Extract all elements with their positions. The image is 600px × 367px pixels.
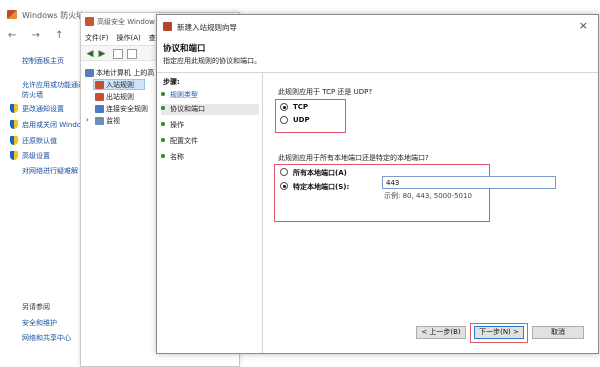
wizard-titlebar: 新建入站规则向导 × — [157, 15, 598, 37]
mmc-title: 高级安全 Window — [97, 18, 155, 26]
mmc-app-icon — [85, 17, 94, 26]
page-title: 协议和端口 — [163, 44, 206, 54]
step-label: 规则类型 — [170, 91, 198, 99]
step-bullet-icon — [161, 138, 165, 142]
tree-item-monitoring[interactable]: 监视 — [106, 116, 120, 126]
mmc-menubar: 文件(F) 操作(A) 查 — [85, 33, 164, 43]
outbound-rules-icon — [95, 93, 104, 101]
wizard-header: 协议和端口 指定应用此规则的协议和端口。 — [157, 37, 598, 73]
port-question: 此规则应用于所有本地端口还是特定的本地端口? — [278, 154, 429, 162]
wizard-app-icon — [163, 22, 172, 31]
steps-panel: 步骤: 规则类型 协议和端口 操作 配置文件 名称 — [157, 73, 263, 353]
show-tree-icon[interactable] — [127, 49, 137, 59]
port-input[interactable]: 443 — [382, 176, 556, 189]
wizard-title: 新建入站规则向导 — [177, 23, 237, 32]
step-bullet-icon — [161, 154, 165, 158]
shield-icon — [10, 136, 18, 145]
all-ports-radio[interactable] — [280, 168, 288, 176]
troubleshoot-link[interactable]: 对网络进行疑难解 — [22, 166, 78, 176]
firewall-app-icon — [7, 10, 17, 19]
nav-arrows[interactable]: ← → ↑ — [8, 30, 70, 41]
specific-ports-radio[interactable] — [280, 182, 288, 190]
computer-icon — [85, 69, 94, 77]
tree-root[interactable]: 本地计算机 上的高 — [96, 68, 154, 78]
security-maintenance-link[interactable]: 安全和维护 — [22, 318, 57, 328]
allow-app-link[interactable]: 允许应用或功能通过 — [22, 80, 85, 90]
step-bullet-icon — [161, 92, 165, 96]
step-bullet-icon — [161, 122, 165, 126]
shield-icon — [10, 104, 18, 113]
step-label: 名称 — [170, 153, 184, 161]
back-arrow-icon[interactable]: ◀ — [85, 49, 95, 59]
steps-label: 步骤: — [163, 78, 180, 86]
all-ports-label[interactable]: 所有本地端口(A) — [293, 168, 347, 178]
shield-icon — [10, 151, 18, 160]
advanced-settings-link[interactable]: 高级设置 — [22, 151, 50, 161]
tree-item-outbound[interactable]: 出站规则 — [106, 92, 134, 102]
next-button[interactable]: 下一步(N) > — [474, 326, 524, 339]
close-icon[interactable]: × — [579, 19, 588, 32]
specific-ports-label[interactable]: 特定本地端口(S): — [293, 182, 349, 192]
menu-view[interactable]: 查 — [149, 34, 156, 42]
network-sharing-link[interactable]: 网络和共享中心 — [22, 333, 71, 343]
monitoring-icon — [95, 117, 104, 125]
tree-item-inbound[interactable]: 入站规则 — [106, 80, 134, 90]
udp-label[interactable]: UDP — [293, 116, 310, 124]
port-example: 示例: 80, 443, 5000-5010 — [384, 192, 472, 200]
see-also-heading: 另请参阅 — [22, 303, 50, 311]
udp-radio[interactable] — [280, 116, 288, 124]
restore-defaults-link[interactable]: 还原默认值 — [22, 136, 57, 146]
step-label: 配置文件 — [170, 137, 198, 145]
step-bullet-icon — [161, 106, 165, 110]
menu-file[interactable]: 文件(F) — [85, 34, 109, 42]
inbound-rules-icon — [95, 81, 104, 89]
up-folder-icon[interactable] — [113, 49, 123, 59]
control-panel-home-link[interactable]: 控制面板主页 — [22, 56, 64, 66]
step-label: 操作 — [170, 121, 184, 129]
protocol-question: 此规则应用于 TCP 还是 UDP? — [278, 88, 373, 96]
new-inbound-rule-wizard: 新建入站规则向导 × 协议和端口 指定应用此规则的协议和端口。 步骤: 规则类型… — [156, 14, 599, 354]
step-label: 协议和端口 — [170, 105, 205, 113]
allow-app-link-cont[interactable]: 防火墙 — [22, 90, 43, 100]
change-notifications-link[interactable]: 更改通知设置 — [22, 104, 64, 114]
connection-security-icon — [95, 105, 104, 113]
wizard-content: 此规则应用于 TCP 还是 UDP? TCP UDP 此规则应用于所有本地端口还… — [264, 73, 598, 353]
back-button[interactable]: < 上一步(B) — [416, 326, 466, 339]
shield-icon — [10, 120, 18, 129]
expand-arrow-icon[interactable]: › — [86, 116, 89, 124]
turn-on-off-link[interactable]: 启用或关闭 Windo — [22, 120, 81, 130]
control-panel-title: Windows 防火墙 — [22, 11, 85, 20]
cancel-button[interactable]: 取消 — [532, 326, 584, 339]
tree-item-connection-security[interactable]: 连接安全规则 — [106, 104, 148, 114]
page-subtitle: 指定应用此规则的协议和端口。 — [163, 57, 261, 65]
forward-arrow-icon[interactable]: ▶ — [97, 49, 107, 59]
tcp-label[interactable]: TCP — [293, 103, 308, 111]
step-protocol-ports[interactable]: 协议和端口 — [161, 104, 259, 115]
menu-action[interactable]: 操作(A) — [117, 34, 141, 42]
tcp-radio[interactable] — [280, 103, 288, 111]
